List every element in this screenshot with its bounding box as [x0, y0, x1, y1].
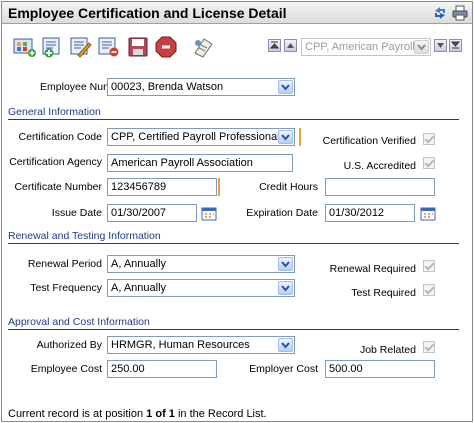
add-record-icon[interactable] — [12, 35, 38, 59]
renewal-period-label: Renewal Period — [27, 258, 102, 270]
last-record-button[interactable] — [449, 39, 462, 52]
certification-code-label: Certification Code — [18, 131, 102, 143]
status-prefix: Current record is at position — [8, 408, 147, 420]
calendar-icon[interactable] — [420, 206, 436, 221]
certification-code-select[interactable]: CPP, Certified Payroll Professional — [107, 128, 295, 146]
test-required-checkbox[interactable] — [423, 284, 435, 296]
test-required-label: Test Required — [351, 287, 416, 299]
required-indicator — [299, 128, 301, 146]
save-icon[interactable] — [125, 35, 151, 59]
certification-code-value: CPP, Certified Payroll Professional — [111, 131, 280, 143]
edit-record-icon[interactable] — [68, 35, 94, 59]
up-arrow-icon — [287, 43, 294, 48]
renewal-period-value: A, Annually — [111, 258, 167, 270]
renewal-required-label: Renewal Required — [329, 263, 416, 275]
chevron-down-icon[interactable] — [278, 80, 293, 94]
job-related-checkbox[interactable] — [423, 341, 435, 353]
renewal-required-checkbox[interactable] — [423, 260, 435, 272]
renewal-testing-header: Renewal and Testing Information — [8, 230, 459, 244]
chevron-down-icon[interactable] — [414, 40, 429, 54]
issue-date-label: Issue Date — [51, 207, 102, 219]
authorized-by-select[interactable]: HRMGR, Human Resources — [107, 336, 295, 354]
approval-cost-title: Approval and Cost Information — [8, 316, 150, 328]
record-selector-value: CPP, American Payroll — [305, 41, 415, 53]
next-record-button[interactable] — [434, 39, 447, 52]
required-indicator — [218, 178, 220, 196]
notes-icon[interactable] — [190, 35, 216, 59]
certification-agency-label: Certification Agency — [9, 156, 102, 168]
title-bar: Employee Certification and License Detai… — [2, 2, 472, 24]
general-information-header: General Information — [8, 106, 459, 120]
last-record-icon — [450, 41, 461, 49]
previous-record-button[interactable] — [284, 39, 297, 52]
us-accredited-label: U.S. Accredited — [343, 160, 416, 172]
certification-agency-field[interactable]: American Payroll Association — [107, 154, 293, 172]
general-information-title: General Information — [8, 106, 101, 118]
approval-cost-header: Approval and Cost Information — [8, 316, 459, 330]
window-title: Employee Certification and License Detai… — [8, 5, 287, 21]
detail-window: Employee Certification and License Detai… — [1, 1, 473, 422]
renewal-testing-title: Renewal and Testing Information — [8, 230, 161, 242]
refresh-icon[interactable] — [432, 5, 448, 21]
expiration-date-label: Expiration Date — [246, 207, 318, 219]
expiration-date-field[interactable]: 01/30/2012 — [325, 204, 415, 222]
stop-icon[interactable] — [153, 35, 179, 59]
certification-verified-checkbox[interactable] — [423, 133, 435, 145]
test-frequency-label: Test Frequency — [30, 282, 102, 294]
print-icon[interactable] — [452, 5, 468, 21]
test-frequency-select[interactable]: A, Annually — [107, 279, 295, 297]
credit-hours-field[interactable] — [325, 178, 435, 196]
certificate-number-label: Certificate Number — [14, 181, 102, 193]
employee-cost-label: Employee Cost — [30, 363, 102, 375]
calendar-icon[interactable] — [201, 206, 217, 221]
test-frequency-value: A, Annually — [111, 282, 167, 294]
record-position-status: Current record is at position 1 of 1 in … — [8, 408, 267, 420]
chevron-down-icon[interactable] — [278, 257, 293, 271]
renewal-period-select[interactable]: A, Annually — [107, 255, 295, 273]
employee-cost-field[interactable]: 250.00 — [107, 360, 217, 378]
chevron-down-icon[interactable] — [278, 281, 293, 295]
expiration-date-value: 01/30/2012 — [329, 207, 385, 219]
job-related-label: Job Related — [359, 344, 416, 356]
certification-agency-value: American Payroll Association — [111, 157, 253, 169]
certificate-number-value: 123456789 — [111, 181, 167, 193]
issue-date-field[interactable]: 01/30/2007 — [107, 204, 197, 222]
employer-cost-label: Employer Cost — [249, 363, 318, 375]
first-record-icon — [269, 41, 280, 49]
down-arrow-icon — [437, 43, 444, 48]
first-record-button[interactable] — [268, 39, 281, 52]
delete-record-icon[interactable] — [96, 35, 122, 59]
authorized-by-label: Authorized By — [36, 339, 102, 351]
credit-hours-label: Credit Hours — [259, 181, 318, 193]
authorized-by-value: HRMGR, Human Resources — [111, 339, 250, 351]
chevron-down-icon[interactable] — [278, 338, 293, 352]
employee-number-select[interactable]: 00023, Brenda Watson — [107, 78, 295, 96]
new-record-icon[interactable] — [40, 35, 66, 59]
employer-cost-value: 500.00 — [329, 363, 363, 375]
issue-date-value: 01/30/2007 — [111, 207, 167, 219]
certification-verified-label: Certification Verified — [322, 135, 416, 147]
record-selector[interactable]: CPP, American Payroll — [301, 38, 431, 56]
certificate-number-field[interactable]: 123456789 — [107, 178, 217, 196]
us-accredited-checkbox[interactable] — [423, 157, 435, 169]
chevron-down-icon[interactable] — [278, 130, 293, 144]
employer-cost-field[interactable]: 500.00 — [325, 360, 435, 378]
status-position: 1 of 1 — [146, 408, 175, 420]
employee-number-value: 00023, Brenda Watson — [111, 81, 224, 93]
status-suffix: in the Record List. — [174, 408, 267, 420]
employee-cost-value: 250.00 — [111, 363, 145, 375]
